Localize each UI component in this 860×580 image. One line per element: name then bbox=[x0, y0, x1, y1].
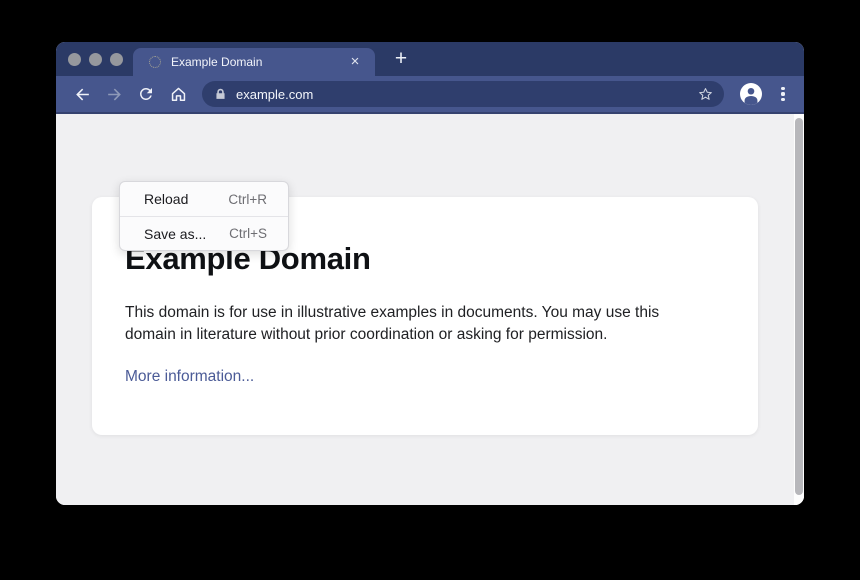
tab-title: Example Domain bbox=[171, 55, 347, 69]
menu-item-shortcut: Ctrl+R bbox=[228, 192, 267, 207]
address-bar[interactable]: example.com bbox=[202, 81, 724, 107]
menu-item-shortcut: Ctrl+S bbox=[229, 226, 267, 241]
menu-item-label: Reload bbox=[144, 191, 188, 207]
home-icon bbox=[169, 85, 188, 104]
profile-avatar-button[interactable] bbox=[740, 83, 762, 105]
kebab-dot bbox=[781, 92, 784, 95]
reload-icon bbox=[137, 85, 155, 103]
page-viewport: Example Domain This domain is for use in… bbox=[56, 114, 804, 505]
bookmark-star-icon[interactable] bbox=[697, 86, 714, 103]
scrollbar-track[interactable] bbox=[794, 114, 804, 505]
kebab-dot bbox=[781, 98, 784, 101]
more-information-link[interactable]: More information... bbox=[125, 368, 254, 386]
lock-icon bbox=[214, 87, 227, 101]
globe-favicon-icon bbox=[149, 56, 161, 68]
home-button[interactable] bbox=[166, 82, 190, 106]
reload-button[interactable] bbox=[134, 82, 158, 106]
minimize-window-button[interactable] bbox=[89, 53, 102, 66]
title-bar: Example Domain × + bbox=[56, 42, 804, 76]
arrow-back-icon bbox=[73, 85, 92, 104]
close-window-button[interactable] bbox=[68, 53, 81, 66]
back-button[interactable] bbox=[70, 82, 94, 106]
context-menu: Reload Ctrl+R Save as... Ctrl+S bbox=[119, 181, 289, 251]
scrollbar-thumb[interactable] bbox=[795, 118, 803, 495]
browser-tab[interactable]: Example Domain × bbox=[133, 48, 375, 76]
context-menu-item-save-as[interactable]: Save as... Ctrl+S bbox=[120, 216, 288, 250]
kebab-dot bbox=[781, 87, 784, 90]
browser-menu-button[interactable] bbox=[774, 83, 792, 105]
new-tab-button[interactable]: + bbox=[388, 46, 414, 72]
browser-window: Example Domain × + bbox=[56, 42, 804, 505]
tab-close-icon[interactable]: × bbox=[347, 54, 363, 70]
page-paragraph: This domain is for use in illustrative e… bbox=[125, 302, 703, 346]
person-icon bbox=[740, 83, 762, 105]
menu-item-label: Save as... bbox=[144, 226, 206, 242]
traffic-lights bbox=[68, 53, 123, 66]
forward-button[interactable] bbox=[102, 82, 126, 106]
url-text: example.com bbox=[236, 87, 697, 102]
context-menu-item-reload[interactable]: Reload Ctrl+R bbox=[120, 182, 288, 216]
maximize-window-button[interactable] bbox=[110, 53, 123, 66]
arrow-forward-icon bbox=[105, 85, 124, 104]
browser-toolbar: example.com bbox=[56, 76, 804, 114]
